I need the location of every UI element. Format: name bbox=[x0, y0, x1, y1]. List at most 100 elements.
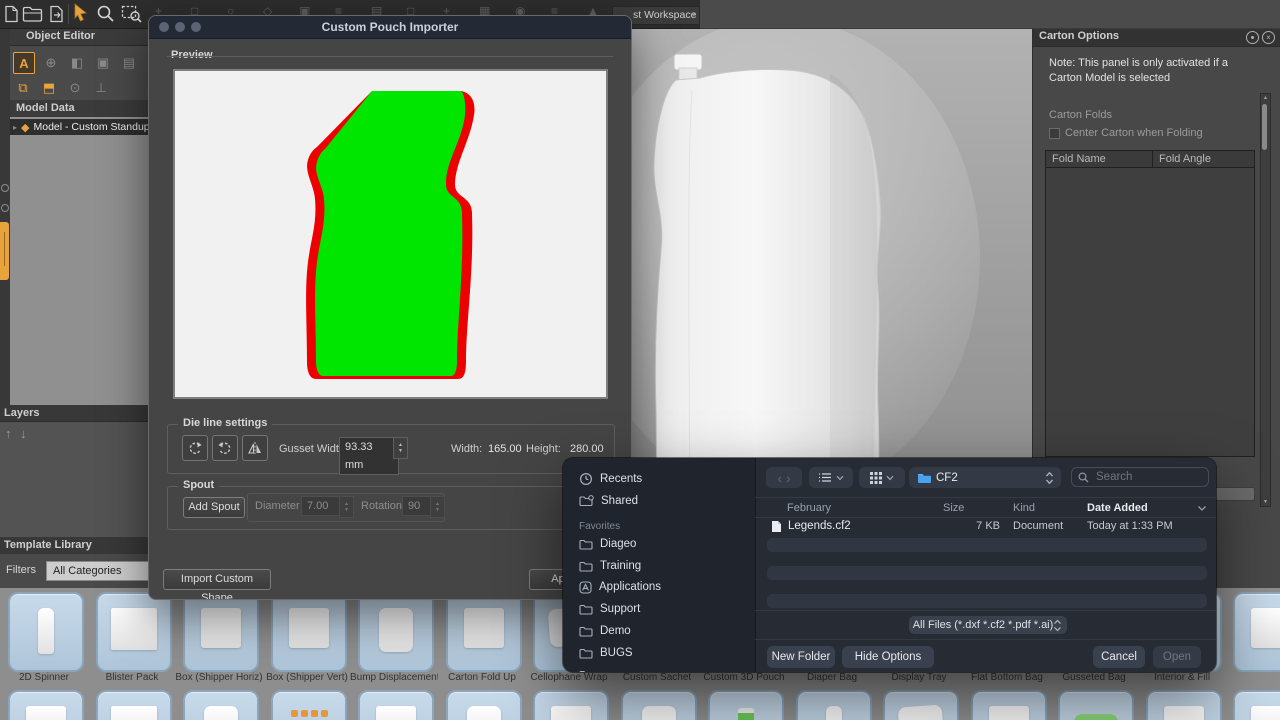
template-tile[interactable] bbox=[358, 690, 434, 720]
artwork-icon[interactable]: ▣ bbox=[93, 53, 113, 73]
template-tile[interactable] bbox=[183, 592, 259, 672]
template-tile[interactable] bbox=[183, 690, 259, 720]
nav-back-forward[interactable]: ‹ › bbox=[766, 467, 802, 488]
template-tile[interactable] bbox=[96, 690, 172, 720]
template-tile[interactable] bbox=[446, 690, 522, 720]
scroll-up-icon[interactable]: ▲ bbox=[1261, 94, 1270, 102]
add-object-icon[interactable]: ⊕ bbox=[41, 53, 61, 73]
detach-panel-icon[interactable] bbox=[1246, 31, 1259, 44]
model-tree-item-selected[interactable]: ▸ ◆ Model - Custom Standup Pou bbox=[10, 119, 151, 135]
panel-scrollbar[interactable]: ▲ ▼ bbox=[1260, 93, 1271, 507]
sidebar-item-training[interactable]: Training bbox=[579, 558, 641, 574]
rotate-ccw-button[interactable] bbox=[182, 435, 208, 461]
rotate-cw-button[interactable] bbox=[212, 435, 238, 461]
tree-expand-arrow-icon[interactable]: ▸ bbox=[13, 123, 17, 132]
template-label: Cellophane Wrap bbox=[525, 672, 613, 683]
sidebar-item-support[interactable]: Support bbox=[579, 601, 640, 617]
scroll-down-icon[interactable]: ▼ bbox=[1261, 498, 1270, 506]
template-tile[interactable] bbox=[708, 690, 784, 720]
visibility-eye-icon[interactable]: ⊙ bbox=[65, 78, 85, 98]
template-tile[interactable] bbox=[883, 690, 959, 720]
move-layer-down-icon[interactable]: ↓ bbox=[20, 426, 27, 441]
fold-table[interactable]: Fold Name Fold Angle bbox=[1045, 150, 1255, 457]
duplicate-objects-icon[interactable]: ⧉ bbox=[13, 78, 33, 98]
template-tile[interactable] bbox=[446, 592, 522, 672]
new-folder-button[interactable]: New Folder bbox=[767, 646, 835, 668]
annotate-tool-icon[interactable]: A bbox=[13, 52, 35, 74]
cancel-button[interactable]: Cancel bbox=[1093, 646, 1145, 668]
scrollbar-thumb[interactable] bbox=[1262, 104, 1267, 150]
sidebar-item-shared[interactable]: Shared bbox=[579, 493, 638, 509]
close-window-icon[interactable] bbox=[159, 22, 169, 32]
minimize-window-icon[interactable] bbox=[175, 22, 185, 32]
template-tile[interactable] bbox=[796, 690, 872, 720]
template-tile[interactable] bbox=[358, 592, 434, 672]
list-view-button[interactable] bbox=[809, 467, 853, 488]
fold-name-column-header[interactable]: Fold Name bbox=[1046, 151, 1153, 167]
template-tile[interactable] bbox=[1058, 690, 1134, 720]
template-tile[interactable] bbox=[533, 690, 609, 720]
size-column-header[interactable]: Size bbox=[943, 502, 964, 514]
file-row[interactable]: Legends.cf2 7 KB Document Today at 1:33 … bbox=[767, 519, 1207, 535]
group-view-button[interactable] bbox=[859, 467, 905, 488]
template-tile[interactable] bbox=[271, 690, 347, 720]
diameter-stepper[interactable]: ▲▼ bbox=[339, 496, 354, 518]
template-tile[interactable] bbox=[8, 690, 84, 720]
hide-options-button[interactable]: Hide Options bbox=[842, 646, 934, 668]
open-folder-icon[interactable] bbox=[22, 5, 44, 23]
template-tile[interactable] bbox=[971, 690, 1047, 720]
back-chevron-icon[interactable]: ‹ bbox=[777, 470, 782, 486]
sidebar-item-partial[interactable] bbox=[579, 667, 593, 672]
dieline-preview-canvas[interactable] bbox=[173, 69, 608, 399]
grid-view-icon[interactable]: ▤ bbox=[119, 53, 139, 73]
date-added-column-header[interactable]: Date Added bbox=[1087, 502, 1148, 514]
template-tile[interactable] bbox=[8, 592, 84, 672]
close-panel-icon[interactable]: × bbox=[1262, 31, 1275, 44]
template-tile[interactable] bbox=[1146, 690, 1222, 720]
rotation-stepper[interactable]: ▲▼ bbox=[430, 496, 445, 518]
sidebar-item-recents[interactable]: Recents bbox=[579, 471, 642, 487]
sidebar-item-label: Training bbox=[600, 560, 641, 572]
kind-column-header[interactable]: Kind bbox=[1013, 502, 1035, 514]
sidebar-item-diageo[interactable]: Diageo bbox=[579, 536, 636, 552]
open-button[interactable]: Open bbox=[1153, 646, 1201, 668]
object-cube-icon[interactable]: ⬒ bbox=[39, 78, 59, 98]
template-tile[interactable] bbox=[621, 690, 697, 720]
location-dropdown[interactable]: CF2 bbox=[909, 467, 1061, 488]
flip-mirror-button[interactable] bbox=[242, 435, 268, 461]
search-tool-icon[interactable] bbox=[96, 4, 116, 24]
template-tile[interactable] bbox=[1233, 690, 1280, 720]
edit-object-icon[interactable]: ◧ bbox=[67, 53, 87, 73]
add-spout-button[interactable]: Add Spout bbox=[183, 497, 245, 518]
center-carton-checkbox[interactable] bbox=[1049, 128, 1060, 139]
gusset-width-input[interactable]: 93.33 mm bbox=[339, 437, 399, 475]
forward-chevron-icon[interactable]: › bbox=[786, 470, 791, 486]
dock-dot-icon[interactable] bbox=[1, 204, 9, 212]
pin-object-icon[interactable]: ⊥ bbox=[91, 78, 111, 98]
sidebar-item-demo[interactable]: Demo bbox=[579, 623, 631, 639]
zoom-marquee-icon[interactable] bbox=[121, 4, 143, 24]
collapsed-panel-tab[interactable] bbox=[0, 222, 9, 280]
search-field[interactable] bbox=[1071, 467, 1209, 487]
sidebar-item-bugs[interactable]: BUGS bbox=[579, 645, 633, 661]
move-layer-up-icon[interactable]: ↑ bbox=[5, 426, 12, 441]
template-tile[interactable] bbox=[271, 592, 347, 672]
new-document-icon[interactable] bbox=[3, 5, 21, 23]
zoom-window-icon[interactable] bbox=[191, 22, 201, 32]
template-tile[interactable] bbox=[1233, 592, 1280, 672]
file-format-dropdown[interactable]: All Files (*.dxf *.cf2 *.pdf *.ai) bbox=[909, 616, 1067, 634]
fold-angle-column-header[interactable]: Fold Angle bbox=[1153, 151, 1211, 167]
pointer-tool-icon[interactable] bbox=[72, 3, 90, 23]
sidebar-favorites-header: Favorites bbox=[579, 518, 620, 534]
list-view-icon bbox=[818, 472, 832, 483]
sidebar-item-applications[interactable]: Applications bbox=[579, 579, 661, 595]
sort-chevron-icon[interactable] bbox=[1197, 505, 1207, 512]
dialog-title-bar[interactable]: Custom Pouch Importer bbox=[149, 16, 631, 39]
search-input[interactable] bbox=[1094, 470, 1198, 484]
import-custom-shape-button[interactable]: Import Custom Shape bbox=[163, 569, 271, 590]
blister-thumb bbox=[111, 608, 157, 650]
template-tile[interactable] bbox=[96, 592, 172, 672]
export-document-icon[interactable] bbox=[48, 5, 66, 23]
gusset-width-stepper[interactable]: ▲▼ bbox=[393, 437, 408, 459]
dock-dot-icon[interactable] bbox=[1, 184, 9, 192]
